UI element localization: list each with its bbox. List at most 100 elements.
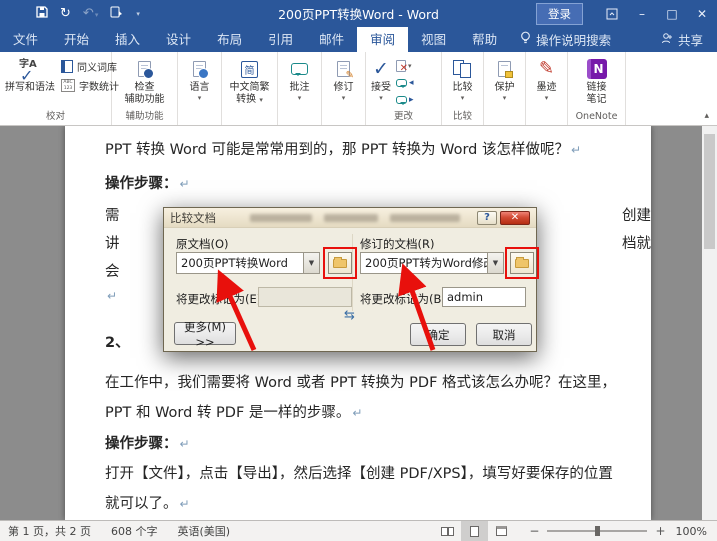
save-icon[interactable] [36, 6, 48, 22]
chinese-conversion-button[interactable]: 简 中文简繁 转换 ▾ [227, 55, 273, 107]
qat-customize-icon[interactable]: ▾ [136, 10, 140, 18]
group-label-accessibility: 辅助功能 [112, 110, 177, 125]
browse-revised-button[interactable] [510, 252, 534, 274]
more-button[interactable]: 更多(M) >> [174, 322, 236, 345]
doc-fragment: 需 [105, 204, 120, 225]
track-changes-caret: ▾ [342, 94, 346, 102]
spelling-grammar-button[interactable]: 字A✓ 拼写和语法 [2, 55, 58, 95]
read-mode-button[interactable] [434, 521, 461, 541]
combobox-dropdown-icon[interactable]: ▼ [487, 253, 503, 273]
ink-button[interactable]: ✎ 墨迹 ▾ [534, 55, 560, 103]
undo-icon[interactable]: ↶▾ [83, 6, 98, 21]
doc-fragment: 档就 [622, 232, 651, 253]
check-accessibility-button[interactable]: 检查 辅助功能 [122, 55, 168, 107]
next-change-button[interactable]: ▸ [396, 92, 414, 107]
status-bar: 第 1 页，共 2 页 608 个字 英语(美国) − + 100% [0, 520, 717, 541]
zoom-level[interactable]: 100% [676, 525, 707, 538]
reject-button[interactable]: ✕▾ [396, 58, 414, 73]
previous-change-button[interactable]: ◂ [396, 75, 414, 90]
ribbon-group-accessibility: 检查 辅助功能 辅助功能 [112, 52, 178, 125]
vertical-scrollbar[interactable] [702, 126, 717, 520]
tab-view[interactable]: 视图 [408, 27, 459, 52]
minimize-button[interactable]: – [627, 0, 657, 27]
combobox-dropdown-icon[interactable]: ▼ [303, 253, 319, 273]
dialog-close-button[interactable]: ✕ [500, 211, 530, 225]
tab-layout[interactable]: 布局 [204, 27, 255, 52]
zoom-slider[interactable] [547, 530, 647, 532]
tab-design[interactable]: 设计 [153, 27, 204, 52]
tab-review[interactable]: 审阅 [357, 27, 408, 52]
zoom-out-button[interactable]: − [529, 524, 539, 538]
ribbon-group-tracking: ✎ 修订 ▾ [322, 52, 366, 125]
original-document-combobox[interactable]: 200页PPT转换Word ▼ [176, 252, 320, 274]
protect-button[interactable]: 保护 ▾ [492, 55, 518, 103]
doc-fragment: 会 [105, 260, 120, 281]
compare-button[interactable]: 比较 ▾ [450, 55, 476, 103]
dialog-help-button[interactable]: ? [477, 211, 497, 225]
ribbon-tab-row: 文件 开始 插入 设计 布局 引用 邮件 审阅 视图 帮助 操作说明搜索 共享 [0, 27, 717, 52]
chinese-conversion-caret: ▾ [259, 96, 263, 104]
paragraph-mark: ↵ [180, 177, 190, 191]
mark-changes-left-label: 将更改标记为(E) [176, 291, 261, 307]
ok-button[interactable]: 确定 [410, 323, 466, 346]
titlebar-controls: 登录 – □ ✕ [536, 0, 717, 27]
revised-document-label: 修订的文档(R) [360, 236, 434, 252]
language-status[interactable]: 英语(美国) [177, 523, 230, 539]
zoom-slider-thumb[interactable] [595, 526, 600, 536]
folder-icon [515, 259, 529, 268]
doc-heading: 2、 [105, 331, 130, 352]
comments-button[interactable]: 批注 ▾ [287, 55, 313, 103]
dialog-title-bar[interactable]: 比较文档 ? ✕ [164, 208, 536, 228]
maximize-button[interactable]: □ [657, 0, 687, 27]
redo-icon[interactable]: ↻ [60, 6, 71, 21]
tab-mailings[interactable]: 邮件 [306, 27, 357, 52]
comments-dropdown-caret: ▾ [298, 94, 302, 102]
language-button[interactable]: 语言 ▾ [187, 55, 213, 103]
tab-help[interactable]: 帮助 [459, 27, 510, 52]
paragraph-mark: ↵ [352, 406, 362, 420]
tab-references[interactable]: 引用 [255, 27, 306, 52]
sign-in-button[interactable]: 登录 [536, 3, 583, 25]
original-document-label: 原文档(O) [176, 236, 229, 252]
tab-home[interactable]: 开始 [51, 27, 102, 52]
tell-me-search[interactable]: 操作说明搜索 [510, 27, 621, 52]
word-count-status[interactable]: 608 个字 [111, 523, 158, 539]
close-button[interactable]: ✕ [687, 0, 717, 27]
scrollbar-thumb[interactable] [704, 134, 715, 249]
cancel-button[interactable]: 取消 [476, 323, 532, 346]
revised-document-combobox[interactable]: 200页PPT转为Word修改版 ▼ [360, 252, 504, 274]
collapse-ribbon-icon[interactable]: ▴ [704, 111, 709, 121]
paragraph-mark: ↵ [180, 497, 190, 511]
ribbon-group-onenote: N 链接 笔记 OneNote [568, 52, 626, 125]
linked-notes-button[interactable]: N 链接 笔记 [584, 55, 610, 107]
print-layout-button[interactable] [461, 521, 488, 541]
doc-fragment: 讲 [105, 232, 120, 253]
word-window: ↻ ↶▾ ▾ 200页PPT转换Word - Word 登录 – □ ✕ 文件 … [0, 0, 717, 541]
tab-file[interactable]: 文件 [0, 27, 51, 52]
touch-mode-icon[interactable] [110, 6, 123, 22]
read-mode-icon [441, 527, 454, 536]
ribbon-display-options-icon[interactable] [597, 0, 627, 27]
share-button[interactable]: 共享 [647, 27, 717, 52]
ribbon-group-chinese-conversion: 简 中文简繁 转换 ▾ [222, 52, 278, 125]
thesaurus-icon [61, 60, 73, 73]
dialog-title: 比较文档 [170, 210, 216, 226]
folder-icon [333, 259, 347, 268]
swap-documents-icon[interactable]: ⇆ [344, 308, 355, 323]
accept-button[interactable]: ✓ 接受 ▾ [368, 55, 394, 103]
ink-dropdown-caret: ▾ [545, 94, 549, 102]
previous-change-icon [396, 79, 407, 87]
page-number-status[interactable]: 第 1 页，共 2 页 [8, 523, 91, 539]
tab-insert[interactable]: 插入 [102, 27, 153, 52]
browse-original-button[interactable] [328, 252, 352, 274]
zoom-in-button[interactable]: + [655, 524, 665, 538]
ghost-text [324, 214, 378, 222]
group-label-changes: 更改 [366, 110, 441, 125]
protect-dropdown-caret: ▾ [503, 94, 507, 102]
web-layout-button[interactable] [488, 521, 515, 541]
comment-icon [291, 63, 308, 75]
track-changes-button[interactable]: ✎ 修订 ▾ [331, 55, 357, 103]
accept-dropdown-caret: ▾ [379, 94, 383, 102]
mark-changes-right-field[interactable]: admin [442, 287, 526, 307]
mark-changes-right-label: 将更改标记为(B) [360, 291, 446, 307]
